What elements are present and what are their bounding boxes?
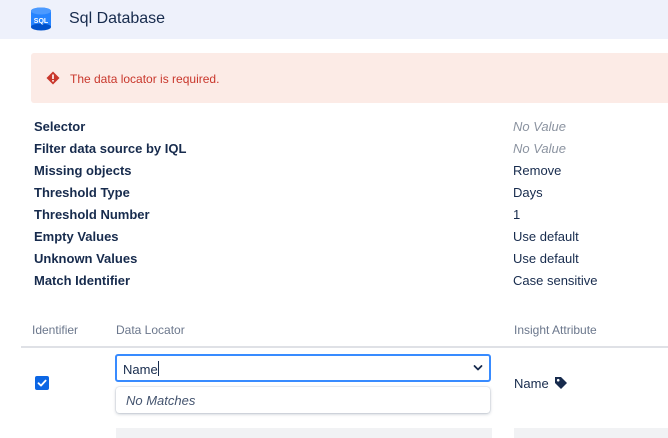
property-value-selector: No Value <box>513 119 566 134</box>
tag-icon <box>555 377 567 389</box>
data-locator-input-value[interactable]: Name <box>123 362 158 377</box>
property-value-filter-iql: No Value <box>513 141 566 156</box>
property-label-missing-objects: Missing objects <box>34 163 132 178</box>
property-value-threshold-number: 1 <box>513 207 521 222</box>
error-banner: The data locator is required. <box>31 53 668 103</box>
property-value-empty-values: Use default <box>513 229 579 244</box>
property-label-match-identifier: Match Identifier <box>34 273 131 288</box>
data-locator-dropdown: No Matches <box>116 387 490 413</box>
app-header: SQL Sql Database <box>0 0 668 39</box>
column-header-insight-attribute: Insight Attribute <box>514 323 597 337</box>
error-icon <box>46 71 60 85</box>
insight-attribute-value: Name <box>514 376 549 391</box>
property-label-threshold-type: Threshold Type <box>34 185 130 200</box>
property-label-threshold-number: Threshold Number <box>34 207 150 222</box>
property-value-missing-objects: Remove <box>513 163 562 178</box>
column-header-data-locator: Data Locator <box>116 323 185 337</box>
property-label-unknown-values: Unknown Values <box>34 251 138 266</box>
sql-database-icon: SQL <box>31 7 51 31</box>
page-title: Sql Database <box>69 10 166 27</box>
property-label-empty-values: Empty Values <box>34 229 119 244</box>
svg-text:SQL: SQL <box>34 18 49 25</box>
checkmark-icon <box>37 379 47 387</box>
property-label-filter-iql: Filter data source by IQL <box>34 141 187 156</box>
property-label-selector: Selector <box>34 119 86 134</box>
property-value-unknown-values: Use default <box>513 251 579 266</box>
error-message: The data locator is required. <box>70 72 220 86</box>
column-header-identifier: Identifier <box>32 323 79 337</box>
data-locator-select[interactable]: Name <box>115 354 491 382</box>
identifier-checkbox[interactable] <box>35 376 49 390</box>
text-caret <box>158 361 159 376</box>
table-header-divider <box>21 346 668 348</box>
property-value-threshold-type: Days <box>513 185 543 200</box>
chevron-down-icon[interactable] <box>473 364 483 372</box>
property-value-match-identifier: Case sensitive <box>513 273 598 288</box>
no-matches-message: No Matches <box>126 393 196 408</box>
